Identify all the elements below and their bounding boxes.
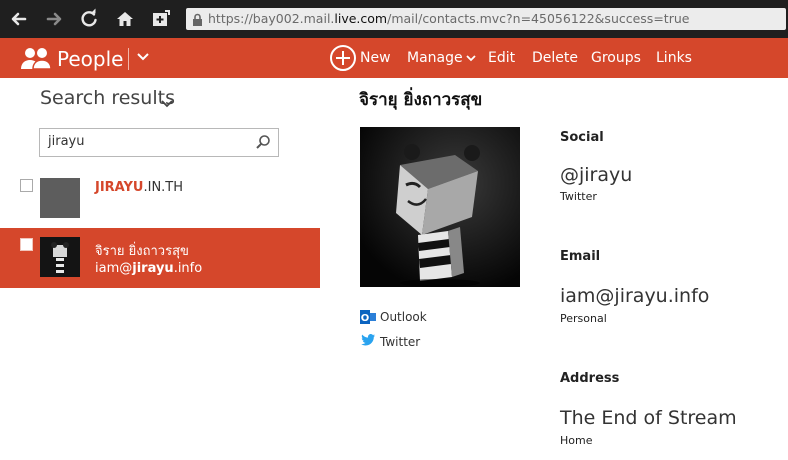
plus-circle-icon[interactable] (330, 45, 356, 71)
name-highlight: JIRAYU (95, 180, 144, 195)
name-rest: .IN.TH (143, 180, 184, 195)
new-tab-icon[interactable] (150, 8, 172, 30)
svg-text:O: O (361, 313, 370, 324)
app-title[interactable]: People (57, 47, 123, 71)
email-label: Email (560, 249, 601, 264)
chevron-down-icon[interactable] (135, 49, 151, 65)
outlook-icon: O (360, 309, 376, 328)
twitter-icon (361, 334, 375, 349)
search-input[interactable]: jirayu (39, 128, 279, 157)
email-value[interactable]: iam@jirayu.info (560, 285, 709, 307)
home-icon[interactable] (114, 8, 136, 30)
manage-chevron-icon (465, 55, 476, 62)
address-label: Address (560, 371, 620, 386)
people-icon[interactable] (20, 45, 52, 75)
address-sub: Home (560, 434, 593, 447)
new-button[interactable]: New (360, 50, 391, 66)
delete-button[interactable]: Delete (532, 50, 578, 66)
manage-label: Manage (407, 50, 463, 66)
social-label: Social (560, 130, 604, 145)
email-highlight: jirayu (132, 261, 174, 276)
manage-button[interactable]: Manage (407, 50, 476, 66)
email-suffix: .info (173, 261, 203, 276)
edit-button[interactable]: Edit (488, 50, 515, 66)
list-item-email: iam@jirayu.info (95, 261, 202, 276)
address-bar[interactable]: https://bay002.mail.live.com/mail/contac… (186, 8, 786, 30)
contact-photo (360, 127, 520, 287)
email-sub: Personal (560, 312, 607, 325)
groups-button[interactable]: Groups (591, 50, 641, 66)
email-prefix: iam@ (95, 261, 133, 276)
avatar (40, 237, 80, 277)
search-results-heading[interactable]: Search results (40, 87, 175, 109)
links-button[interactable]: Links (656, 50, 692, 66)
contact-name: จิรายุ ยิ่งถาวรสุข (359, 90, 483, 110)
url-text: https://bay002.mail.live.com/mail/contac… (208, 11, 689, 26)
select-checkbox[interactable] (20, 179, 33, 192)
list-item-name: JIRAYU.IN.TH (95, 180, 183, 195)
app-header: People New Manage Edit Delete Groups Lin… (0, 38, 788, 78)
search-icon[interactable] (255, 134, 271, 154)
source-outlook-link[interactable]: Outlook (380, 310, 427, 324)
address-value[interactable]: The End of Stream (560, 407, 737, 429)
source-twitter-link[interactable]: Twitter (380, 335, 420, 349)
lock-icon (192, 12, 203, 31)
back-icon[interactable] (8, 8, 30, 30)
search-query: jirayu (48, 134, 85, 149)
url-domain: live.com (334, 11, 388, 26)
browser-toolbar: https://bay002.mail.live.com/mail/contac… (0, 0, 788, 38)
url-suffix: /mail/contacts.mvc?n=45056122&success=tr… (387, 11, 690, 26)
header-divider (128, 48, 129, 70)
reload-icon[interactable] (78, 8, 100, 30)
forward-icon[interactable] (43, 8, 65, 30)
url-prefix: https://bay002.mail. (208, 11, 335, 26)
list-item-name: จิราย ยิ่งถาวรสุข (95, 244, 189, 259)
search-heading-chevron-icon[interactable] (160, 94, 174, 113)
avatar (40, 178, 80, 218)
social-sub: Twitter (560, 190, 597, 203)
select-checkbox[interactable] (20, 238, 33, 251)
social-value[interactable]: @jirayu (560, 164, 632, 186)
